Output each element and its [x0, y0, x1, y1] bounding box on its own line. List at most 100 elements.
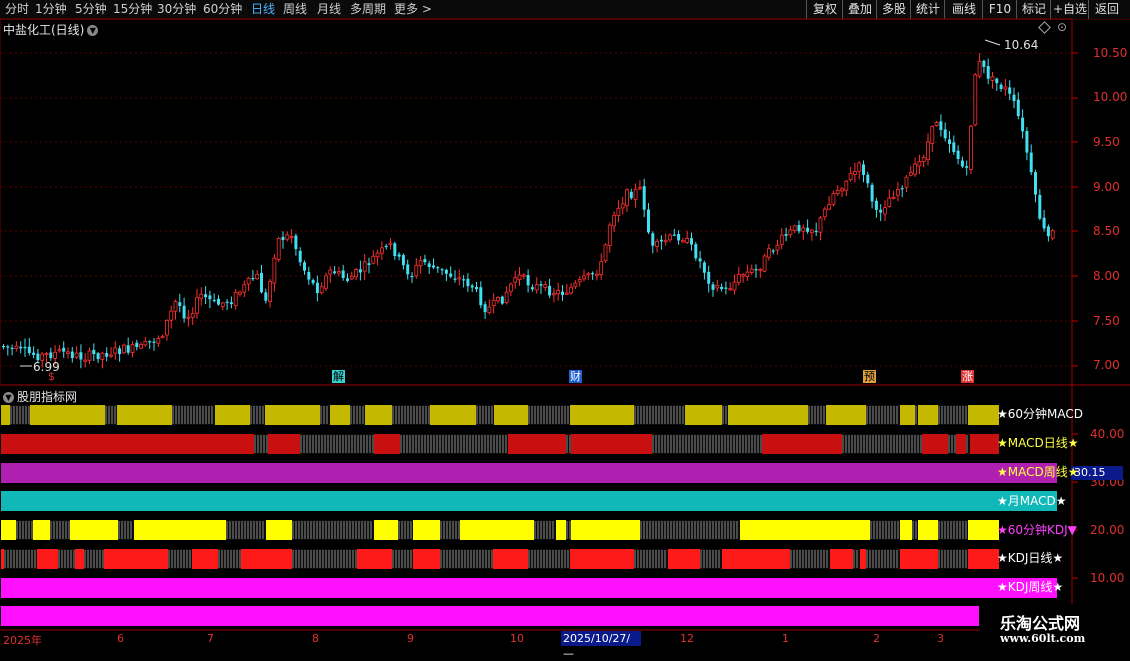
candle-body [647, 209, 650, 233]
candle-body [294, 235, 298, 250]
candle-body [891, 196, 896, 199]
candle-body [986, 66, 990, 79]
tab-5min[interactable]: 5分钟 [75, 1, 107, 17]
candle-body [401, 255, 405, 266]
candle-body [930, 126, 935, 144]
signal-jie[interactable]: 解 [332, 370, 345, 383]
candle-body [797, 225, 801, 232]
candle-body [139, 344, 144, 349]
candle-body [470, 285, 474, 288]
candle-body [66, 351, 70, 354]
tab-multi-period[interactable]: 多周期 [350, 1, 386, 17]
candle-body [792, 225, 797, 231]
strip-gap [218, 549, 241, 569]
candle-body [715, 284, 720, 289]
strip-gap [168, 549, 192, 569]
candle-body [870, 184, 874, 202]
y-tick-label: 10.00 [1093, 90, 1128, 104]
draw-button[interactable]: 画线 [944, 0, 983, 19]
fuquan-button[interactable]: 复权 [806, 0, 843, 19]
candle-body [233, 292, 238, 306]
candle-body [285, 234, 290, 240]
tab-1min[interactable]: 1分钟 [35, 1, 67, 17]
signal-zhang[interactable]: 涨 [961, 370, 974, 383]
tab-60min[interactable]: 60分钟 [203, 1, 242, 17]
main-chart-frame [0, 18, 1073, 386]
chart-title: 中盐化工(日线) ▼ [3, 21, 99, 38]
strip-gap [966, 434, 970, 454]
strip-gap [842, 434, 922, 454]
selected-date-label[interactable]: 2025/10/27/— [561, 631, 641, 660]
back-button[interactable]: 返回 [1088, 0, 1125, 19]
candle-body [92, 349, 96, 355]
indicator-strip [1, 434, 999, 454]
candle-body [397, 254, 401, 257]
candle-body [410, 275, 414, 278]
candle-body [754, 269, 758, 271]
candle-body [268, 281, 273, 303]
candle-body [475, 286, 478, 290]
candle-body [440, 269, 444, 271]
y-tick-label: 7.50 [1093, 314, 1120, 328]
strip-gap [105, 405, 117, 425]
candle-body [818, 217, 823, 233]
mark-button[interactable]: 标记 [1016, 0, 1051, 19]
tab-more[interactable]: 更多 > [394, 1, 432, 17]
diamond-icon[interactable] [1038, 21, 1051, 34]
candle-body [212, 299, 216, 302]
candle-body [943, 129, 947, 139]
candle-body [289, 236, 294, 239]
watermark-logo: 乐淘公式网 www.60lt.com [980, 604, 1130, 650]
candle-body [736, 274, 741, 283]
stats-button[interactable]: 统计 [910, 0, 945, 19]
candle-body [178, 302, 182, 306]
candle-body [969, 125, 973, 170]
candle-body [220, 302, 225, 307]
y-tick-label: 7.00 [1093, 358, 1120, 372]
candle-body [169, 310, 174, 321]
candle-body [788, 229, 793, 236]
gear-icon[interactable]: ⊙ [1057, 20, 1067, 34]
candle-body [375, 252, 380, 258]
candle-body [633, 189, 638, 200]
candle-body [707, 271, 711, 284]
candle-body [246, 277, 251, 285]
tab-fenshi[interactable]: 分时 [5, 1, 29, 17]
candle-body [393, 243, 397, 257]
tab-daily[interactable]: 日线 [251, 1, 275, 17]
signal-cai[interactable]: 财 [569, 370, 582, 383]
tab-weekly[interactable]: 周线 [283, 1, 307, 17]
y-tick-label: 9.00 [1093, 180, 1120, 194]
candle-body [483, 304, 487, 313]
multi-stock-button[interactable]: 多股 [876, 0, 911, 19]
strip-gap [534, 520, 556, 540]
signal-dollar[interactable]: $ [45, 370, 58, 383]
candle-body [255, 273, 260, 280]
add-watchlist-button[interactable]: +自选 [1050, 0, 1089, 19]
candle-body [629, 191, 633, 199]
overlay-button[interactable]: 叠加 [842, 0, 877, 19]
candle-body [784, 234, 788, 236]
candle-body [491, 299, 496, 306]
candle-body [449, 273, 453, 277]
tab-30min[interactable]: 30分钟 [157, 1, 196, 17]
candle-body [379, 247, 384, 254]
candle-body [801, 227, 806, 232]
candle-body [204, 294, 208, 298]
candle-body [552, 293, 556, 296]
chevron-down-icon[interactable]: ▼ [87, 25, 99, 36]
candle-body [349, 275, 354, 280]
candle-body [982, 60, 986, 67]
strip-gap [853, 549, 860, 569]
tab-15min[interactable]: 15分钟 [113, 1, 152, 17]
candle-body [406, 264, 410, 275]
indicator-strip [1, 549, 999, 569]
strip-gap [84, 549, 104, 569]
candle-body [118, 348, 122, 355]
chevron-down-icon[interactable]: ▼ [3, 392, 14, 403]
signal-yu[interactable]: 预 [863, 370, 876, 383]
tab-monthly[interactable]: 月线 [317, 1, 341, 17]
candle-body [10, 347, 14, 350]
strip-gap [938, 405, 968, 425]
f10-button[interactable]: F10 [982, 0, 1017, 19]
